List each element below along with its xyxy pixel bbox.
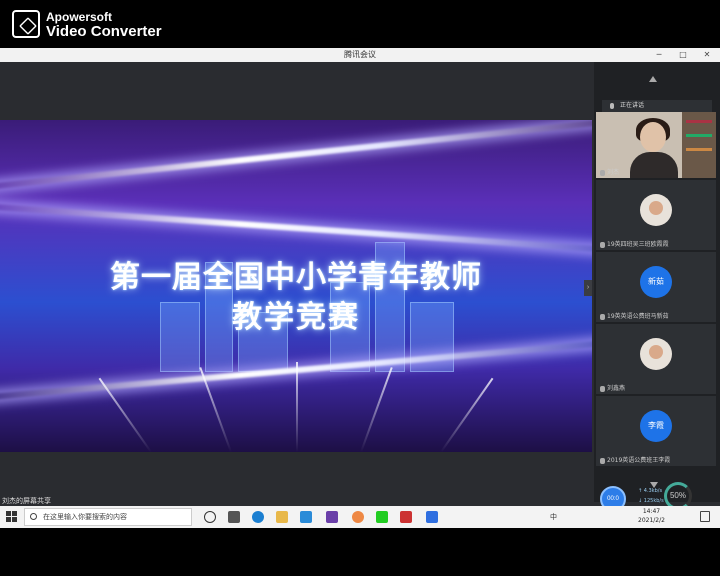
- taskbar-clock[interactable]: 14:47 2021/2/2: [638, 507, 665, 525]
- screen-share-label: 刘杰的屏幕共享: [2, 497, 51, 505]
- bookshelf: [682, 112, 716, 178]
- participant-name: 刘杰: [600, 167, 619, 176]
- person-body: [630, 152, 678, 178]
- speaking-label: 正在讲话: [620, 102, 645, 109]
- shared-slide: 第一届全国中小学青年教师 教学竞赛: [0, 120, 592, 452]
- taskbar-search-input[interactable]: 在这里输入你要搜索的内容: [24, 508, 192, 526]
- mic-icon: [600, 385, 605, 392]
- watermark-line1: Apowersoft: [46, 10, 112, 24]
- avatar: 新茹: [640, 266, 672, 298]
- app-icon[interactable]: [400, 511, 412, 523]
- chrome-icon[interactable]: [352, 511, 364, 523]
- avatar: [640, 194, 672, 226]
- tencent-meeting-icon[interactable]: [426, 511, 438, 523]
- floor-line: [440, 377, 494, 452]
- speaking-indicator: 正在讲话: [602, 100, 712, 112]
- mic-icon: [600, 241, 605, 248]
- light-beam: [0, 201, 592, 257]
- file-explorer-icon[interactable]: [276, 511, 288, 523]
- meeting-window: 腾讯会议 ─ □ ✕ 第一届全国中小学青年教师 教学竞赛 › 正在讲话 刘杰 1…: [0, 48, 720, 528]
- download-speed: ↓ 125kb/s: [638, 498, 664, 504]
- participant-name: 2019英语公费班王李霞: [600, 455, 670, 464]
- floor-line: [296, 362, 298, 452]
- wechat-icon[interactable]: [376, 511, 388, 523]
- upload-speed: ↑ 4.3kb/s: [638, 488, 663, 494]
- minimize-button[interactable]: ─: [652, 48, 666, 62]
- title-bar: 腾讯会议 ─ □ ✕: [0, 48, 720, 62]
- floor-line: [98, 377, 152, 452]
- scroll-up-icon[interactable]: [649, 76, 657, 82]
- mic-icon: [600, 169, 605, 176]
- apowersoft-logo-icon: [12, 10, 40, 38]
- search-placeholder: 在这里输入你要搜索的内容: [43, 513, 127, 521]
- participant-name: 刘鑫燕: [600, 383, 625, 392]
- edge-icon[interactable]: [252, 511, 264, 523]
- close-button[interactable]: ✕: [700, 48, 714, 62]
- slide-title-line2: 教学竞赛: [232, 300, 360, 335]
- mail-icon[interactable]: [300, 511, 312, 523]
- apowersoft-watermark: Apowersoft Video Converter: [12, 10, 212, 42]
- avatar: 李霞: [640, 410, 672, 442]
- search-icon: [30, 513, 37, 520]
- start-button[interactable]: [6, 511, 18, 523]
- task-view-icon[interactable]: [228, 511, 240, 523]
- cortana-icon[interactable]: [204, 511, 216, 523]
- mic-icon: [600, 457, 605, 464]
- ime-indicator[interactable]: 中: [550, 506, 557, 528]
- light-beam: [0, 120, 592, 193]
- participant-name: 19英四班吴三班欧霞霞: [600, 239, 669, 248]
- windows-taskbar: 在这里输入你要搜索的内容 中 14:47 2021/2/2: [0, 506, 720, 528]
- participant-video-tile[interactable]: 刘杰: [596, 112, 716, 178]
- panel-toggle-button[interactable]: ›: [584, 280, 592, 296]
- watermark-line2: Video Converter: [46, 23, 162, 40]
- mic-icon: [600, 313, 605, 320]
- notification-icon[interactable]: [700, 511, 710, 522]
- network-speed: ↑ 4.3kb/s ↓ 125kb/s: [638, 486, 664, 506]
- screen-share-stage: 第一届全国中小学青年教师 教学竞赛 ›: [0, 62, 592, 502]
- participant-name: 19英英语公费班马新茹: [600, 311, 669, 320]
- floor-line: [360, 367, 393, 452]
- app-icon[interactable]: [326, 511, 338, 523]
- window-title: 腾讯会议: [344, 50, 376, 59]
- slide-title-line1: 第一届全国中小学青年教师: [110, 260, 482, 295]
- maximize-button[interactable]: □: [676, 48, 690, 62]
- clock-time: 14:47: [642, 508, 661, 515]
- mic-icon: [610, 103, 614, 109]
- participant-tile[interactable]: 李霞 2019英语公费班王李霞: [596, 396, 716, 466]
- participant-panel: 正在讲话 刘杰 19英四班吴三班欧霞霞 新茹 19英英语公费班马新茹 刘鑫燕 李…: [594, 62, 720, 512]
- participant-tile[interactable]: 19英四班吴三班欧霞霞: [596, 180, 716, 250]
- participant-tile[interactable]: 新茹 19英英语公费班马新茹: [596, 252, 716, 322]
- clock-date: 2021/2/2: [638, 517, 665, 524]
- person-face: [640, 122, 666, 152]
- participant-tile[interactable]: 刘鑫燕: [596, 324, 716, 394]
- avatar: [640, 338, 672, 370]
